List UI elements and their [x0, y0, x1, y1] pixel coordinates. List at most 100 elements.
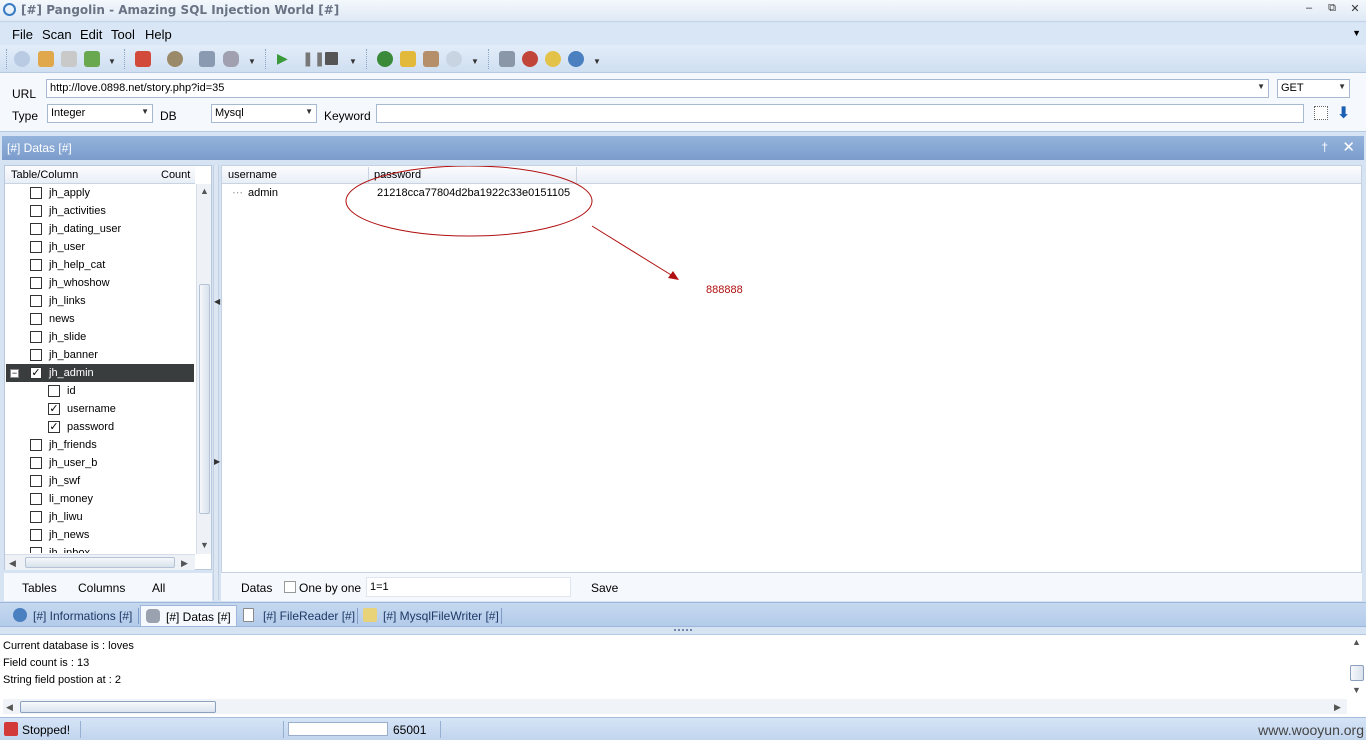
save-button[interactable]: Save [591, 581, 618, 595]
tab-mysqlfilewriter[interactable]: [#] MysqlFileWriter [#] [358, 605, 500, 626]
tree-table-item[interactable]: jh_user [6, 238, 194, 256]
one-by-one-checkbox[interactable] [284, 581, 296, 593]
tree-checkbox[interactable] [30, 187, 42, 199]
tree-table-item[interactable]: jh_inbox [6, 544, 194, 553]
scroll-up-icon[interactable]: ▲ [1352, 637, 1361, 647]
database-icon[interactable] [223, 51, 239, 67]
tree-column-item[interactable]: ✓ password [6, 418, 194, 436]
minimize-button[interactable]: – [1299, 2, 1319, 18]
log-horizontal-scrollbar[interactable]: ◀ ▶ [3, 699, 1347, 714]
config-icon[interactable] [135, 51, 151, 67]
search-icon[interactable] [14, 51, 30, 67]
scroll-thumb[interactable] [1350, 665, 1364, 681]
panel-splitter[interactable]: ◀ ▶ [213, 165, 220, 600]
tree-checkbox[interactable] [30, 439, 42, 451]
columns-button[interactable]: Columns [78, 581, 125, 595]
tree-checkbox[interactable] [30, 511, 42, 523]
tree-table-item[interactable]: jh_friends [6, 436, 194, 454]
chevron-down-icon[interactable]: ▼ [1338, 82, 1346, 91]
tree-checkbox[interactable] [30, 529, 42, 541]
tab-informations[interactable]: [#] Informations [#] [8, 605, 136, 626]
tree-column-item[interactable]: ✓ username [6, 400, 194, 418]
scroll-thumb[interactable] [199, 284, 210, 514]
tree-checkbox[interactable] [48, 385, 60, 397]
tree-checkbox[interactable] [30, 331, 42, 343]
scroll-right-icon[interactable]: ▶ [1334, 702, 1341, 713]
tree-checkbox[interactable] [30, 277, 42, 289]
arrow-down-icon[interactable]: ⬇ [1337, 103, 1350, 123]
menu-help[interactable]: Help [145, 27, 172, 42]
home-icon[interactable] [499, 51, 515, 67]
tree-checkbox[interactable]: ✓ [48, 403, 60, 415]
tree-table-item[interactable]: jh_activities [6, 202, 194, 220]
toolbar-dropdown-arrow[interactable]: ▼ [471, 57, 479, 66]
tree-checkbox[interactable] [30, 223, 42, 235]
tree-table-item[interactable]: jh_links [6, 292, 194, 310]
tree-checkbox[interactable] [30, 457, 42, 469]
tree-horizontal-scrollbar[interactable]: ◀ ▶ [5, 554, 195, 570]
expand-right-icon[interactable]: ▶ [214, 457, 220, 466]
resize-grip[interactable] [674, 629, 692, 633]
tree-table-item[interactable]: jh_slide [6, 328, 194, 346]
tree-table-item[interactable]: jh_help_cat [6, 256, 194, 274]
export-icon[interactable] [84, 51, 100, 67]
all-button[interactable]: All [152, 581, 165, 595]
users-icon[interactable] [423, 51, 439, 67]
scroll-thumb[interactable] [25, 557, 175, 568]
chevron-down-icon[interactable]: ▼ [141, 107, 149, 116]
toolbar-dropdown-arrow[interactable]: ▼ [593, 57, 601, 66]
tab-datas[interactable]: [#] Datas [#] [140, 605, 237, 626]
tree-checkbox[interactable]: ✓ [48, 421, 60, 433]
chevron-down-icon[interactable]: ▼ [1352, 28, 1361, 38]
tree-table-item[interactable]: jh_news [6, 526, 194, 544]
tree-checkbox[interactable] [30, 493, 42, 505]
scroll-right-icon[interactable]: ▶ [181, 558, 188, 569]
wrench-icon[interactable] [199, 51, 215, 67]
type-select[interactable]: Integer ▼ [47, 104, 153, 123]
tree-table-item[interactable]: li_money [6, 490, 194, 508]
tab-filereader[interactable]: [#] FileReader [#] [238, 605, 356, 626]
find-icon[interactable] [446, 51, 462, 67]
tree-column-item[interactable]: id [6, 382, 194, 400]
grid-select-icon[interactable] [1314, 106, 1328, 120]
keyword-input[interactable] [376, 104, 1304, 123]
menu-scan[interactable]: Scan [42, 27, 72, 42]
tree-checkbox[interactable] [30, 313, 42, 325]
scroll-down-icon[interactable]: ▼ [200, 540, 209, 550]
tables-button[interactable]: Tables [22, 581, 57, 595]
tree-checkbox[interactable] [30, 295, 42, 307]
tree-checkbox[interactable] [30, 205, 42, 217]
datas-button[interactable]: Datas [241, 581, 272, 595]
stop-icon[interactable] [325, 52, 338, 65]
scroll-left-icon[interactable]: ◀ [9, 558, 16, 569]
save-icon[interactable] [61, 51, 77, 67]
restore-button[interactable]: ⧉ [1322, 2, 1342, 18]
tree-table-item[interactable]: jh_dating_user [6, 220, 194, 238]
db-select[interactable]: Mysql ▼ [211, 104, 317, 123]
tree-checkbox[interactable] [30, 259, 42, 271]
check-icon[interactable] [377, 51, 393, 67]
tree-table-item[interactable]: jh_apply [6, 184, 194, 202]
toolbar-dropdown-arrow[interactable]: ▼ [349, 57, 357, 66]
plugin-icon[interactable] [167, 51, 183, 67]
scroll-down-icon[interactable]: ▼ [1352, 685, 1361, 695]
url-input[interactable]: http://love.0898.net/story.php?id=35 ▼ [46, 79, 1269, 98]
play-icon[interactable]: ▶ [277, 51, 293, 67]
collapse-left-icon[interactable]: ◀ [214, 297, 220, 306]
collapse-icon[interactable]: − [10, 369, 19, 378]
close-icon[interactable]: ✕ [1342, 138, 1355, 156]
method-select[interactable]: GET ▼ [1277, 79, 1350, 98]
chevron-down-icon[interactable]: ▼ [305, 107, 313, 116]
menu-file[interactable]: File [12, 27, 33, 42]
tree-checkbox[interactable] [30, 547, 42, 553]
scroll-up-icon[interactable]: ▲ [200, 186, 209, 196]
open-icon[interactable] [38, 51, 54, 67]
info-icon[interactable] [568, 51, 584, 67]
scroll-thumb[interactable] [20, 701, 216, 713]
log-vertical-scrollbar[interactable]: ▲ ▼ [1350, 637, 1364, 699]
tree-checkbox[interactable] [30, 349, 42, 361]
tree-table-item[interactable]: news [6, 310, 194, 328]
menu-edit[interactable]: Edit [80, 27, 102, 42]
close-button[interactable]: ✕ [1345, 2, 1365, 18]
pause-icon[interactable]: ❚❚ [302, 51, 325, 67]
